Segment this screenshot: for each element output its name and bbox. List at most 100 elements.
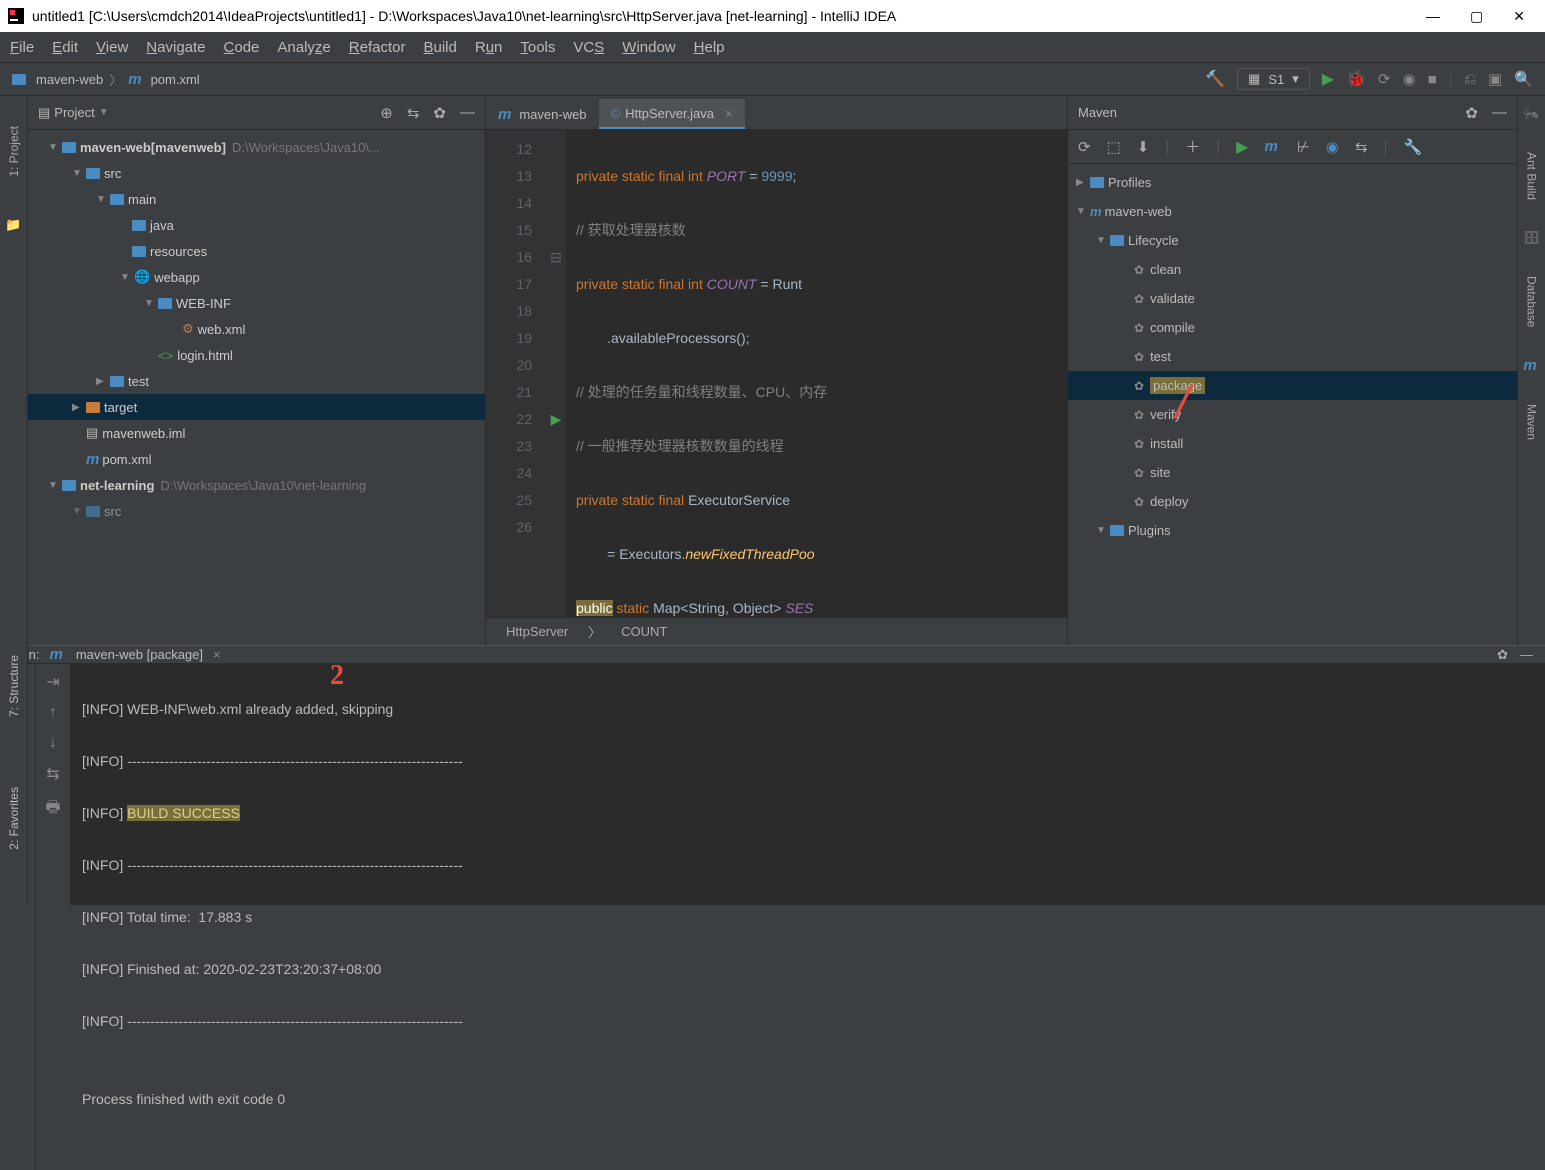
sidetab-maven[interactable]: Maven <box>1525 404 1539 440</box>
tab-maven-web[interactable]: mmaven-web <box>486 99 599 129</box>
hide-icon[interactable]: — <box>460 104 475 122</box>
tree-src[interactable]: ▼src <box>28 160 485 186</box>
tree-iml[interactable]: ▤mavenweb.iml <box>28 420 485 446</box>
maven-plugins[interactable]: ▼Plugins <box>1068 516 1517 545</box>
maven-settings-icon[interactable]: ✿ <box>1465 104 1478 122</box>
maven-project[interactable]: ▼mmaven-web <box>1068 197 1517 226</box>
maven-goal-deploy[interactable]: ✿deploy <box>1068 487 1517 516</box>
stop-button[interactable]: ■ <box>1428 71 1437 88</box>
maven-goal-install[interactable]: ✿install <box>1068 429 1517 458</box>
sidetab-database[interactable]: Database <box>1525 276 1539 327</box>
project-panel-title[interactable]: Project <box>54 105 94 120</box>
menu-file[interactable]: File <box>10 39 34 56</box>
download-icon[interactable]: ⬇ <box>1137 138 1150 156</box>
tree-nl-src[interactable]: ▼src <box>28 498 485 524</box>
run-config-selector[interactable]: ▦ S1 ▾ <box>1237 68 1310 90</box>
sidetab-structure[interactable]: 7: Structure <box>7 655 21 717</box>
menu-navigate[interactable]: Navigate <box>146 39 205 56</box>
menu-view[interactable]: View <box>96 39 128 56</box>
maven-tab-icon[interactable]: m <box>1523 357 1536 374</box>
tree-login-html[interactable]: <>login.html <box>28 342 485 368</box>
tree-root-maven-web[interactable]: ▼maven-web [mavenweb]D:\Workspaces\Java1… <box>28 134 485 160</box>
debug-button[interactable]: 🐞 <box>1346 69 1366 89</box>
menu-run[interactable]: Run <box>475 39 503 56</box>
maven-goal-clean[interactable]: ✿clean <box>1068 255 1517 284</box>
breadcrumb-file[interactable]: pom.xml <box>151 72 200 87</box>
tree-pom[interactable]: mpom.xml <box>28 446 485 472</box>
coverage-icon[interactable]: ⟳ <box>1378 70 1391 88</box>
console-output[interactable]: [INFO] WEB-INF\web.xml already added, sk… <box>70 664 1545 1170</box>
tree-java[interactable]: java <box>28 212 485 238</box>
print-icon[interactable]: 🖶 <box>45 796 60 823</box>
db-icon[interactable]: 🗄 <box>1523 230 1540 246</box>
add-icon[interactable]: ＋ <box>1185 136 1200 157</box>
bc-class[interactable]: HttpServer <box>506 624 568 639</box>
tab-httpserver[interactable]: ©HttpServer.java× <box>599 99 745 129</box>
up-icon[interactable]: ↑ <box>49 704 57 722</box>
tree-webapp[interactable]: ▼🌐webapp <box>28 264 485 290</box>
tree-resources[interactable]: resources <box>28 238 485 264</box>
maximize-button[interactable]: ▢ <box>1470 8 1483 25</box>
scroll-icon[interactable]: ⇥ <box>46 672 59 692</box>
maven-icon[interactable]: m <box>1264 138 1277 155</box>
maven-goal-test[interactable]: ✿test <box>1068 342 1517 371</box>
locate-icon[interactable]: ⊕ <box>380 104 393 122</box>
expand-icon[interactable]: ⇆ <box>1355 138 1368 156</box>
menu-code[interactable]: Code <box>224 39 260 56</box>
tree-webinf[interactable]: ▼WEB-INF <box>28 290 485 316</box>
breadcrumb-project[interactable]: maven-web <box>36 72 103 87</box>
search-icon[interactable]: 🔍 <box>1514 70 1533 88</box>
skip-tests-icon[interactable]: ⊬ <box>1297 138 1310 156</box>
sidetab-antbuild[interactable]: Ant Build <box>1525 152 1539 200</box>
tree-net-learning[interactable]: ▼net-learningD:\Workspaces\Java10\net-le… <box>28 472 485 498</box>
tree-main[interactable]: ▼main <box>28 186 485 212</box>
sidetab-project[interactable]: 1: Project <box>7 126 21 177</box>
run-maven-icon[interactable]: ▶ <box>1236 137 1248 157</box>
hammer-icon[interactable]: 🔨 <box>1205 69 1225 89</box>
bc-member[interactable]: COUNT <box>621 624 667 639</box>
breadcrumb: maven-web 〉 m pom.xml <box>12 70 200 89</box>
maven-profiles[interactable]: ▶Profiles <box>1068 168 1517 197</box>
tree-webxml[interactable]: ⚙web.xml <box>28 316 485 342</box>
folder-tool-icon[interactable]: 📁 <box>5 217 21 233</box>
menu-help[interactable]: Help <box>694 39 725 56</box>
offline-icon[interactable]: ◉ <box>1326 138 1339 156</box>
sidetab-favorites[interactable]: 2: Favorites <box>7 787 21 850</box>
wrench-icon[interactable]: 🔧 <box>1403 138 1422 156</box>
menu-build[interactable]: Build <box>423 39 456 56</box>
maven-hide-icon[interactable]: — <box>1492 104 1507 122</box>
maven-goal-verify[interactable]: ✿verify <box>1068 400 1517 429</box>
close-button[interactable]: ✕ <box>1513 8 1525 25</box>
tree-test[interactable]: ▶test <box>28 368 485 394</box>
minimize-button[interactable]: — <box>1426 8 1440 25</box>
run-settings-icon[interactable]: ✿ <box>1497 647 1508 663</box>
generate-icon[interactable]: ⬚ <box>1107 138 1121 156</box>
wrap-icon[interactable]: ⇆ <box>46 764 59 784</box>
maven-lifecycle[interactable]: ▼Lifecycle <box>1068 226 1517 255</box>
run-close-icon[interactable]: × <box>213 647 221 662</box>
menu-tools[interactable]: Tools <box>520 39 555 56</box>
run-button[interactable]: ▶ <box>1322 69 1334 89</box>
settings-icon[interactable]: ✿ <box>433 104 446 122</box>
menu-vcs[interactable]: VCS <box>573 39 604 56</box>
menu-refactor[interactable]: Refactor <box>349 39 406 56</box>
maven-goal-validate[interactable]: ✿validate <box>1068 284 1517 313</box>
tree-target[interactable]: ▶target <box>28 394 485 420</box>
main-menu: File Edit View Navigate Code Analyze Ref… <box>0 32 1545 62</box>
profile-icon[interactable]: ◉ <box>1403 70 1416 88</box>
menu-analyze[interactable]: Analyze <box>277 39 330 56</box>
run-hide-icon[interactable]: — <box>1520 647 1533 663</box>
maven-goal-package[interactable]: ✿package <box>1068 371 1517 400</box>
maven-goal-compile[interactable]: ✿compile <box>1068 313 1517 342</box>
maven-goal-site[interactable]: ✿site <box>1068 458 1517 487</box>
ant-icon[interactable]: 🐜 <box>1523 106 1539 122</box>
code-editor[interactable]: private static final int PORT = 9999; //… <box>566 130 1067 617</box>
menu-window[interactable]: Window <box>622 39 675 56</box>
vcs-icon[interactable]: ⎌ <box>1464 71 1476 88</box>
close-tab-icon[interactable]: × <box>725 106 733 121</box>
down-icon[interactable]: ↓ <box>49 734 57 752</box>
collapse-icon[interactable]: ⇆ <box>407 104 420 122</box>
update-icon[interactable]: ▣ <box>1488 70 1502 88</box>
refresh-icon[interactable]: ⟳ <box>1078 138 1091 156</box>
menu-edit[interactable]: Edit <box>52 39 78 56</box>
